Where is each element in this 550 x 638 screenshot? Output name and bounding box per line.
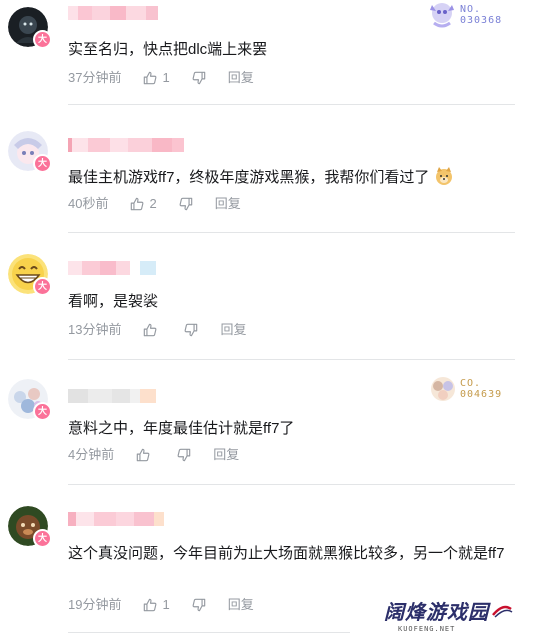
comment-meta: 4分钟前 回复 — [68, 445, 239, 465]
fan-medal-number: NO. 030368 — [460, 4, 503, 26]
avatar[interactable]: 大 — [8, 7, 52, 49]
watermark-title: 阔烽游戏园 — [384, 602, 489, 624]
thumbs-down-icon — [192, 71, 205, 85]
fan-medal-icon — [431, 377, 455, 401]
like-button[interactable] — [143, 323, 162, 337]
comment-time: 13分钟前 — [68, 322, 122, 337]
like-count: 2 — [149, 196, 157, 211]
username-blurred[interactable] — [68, 512, 164, 528]
dislike-button[interactable] — [184, 323, 198, 337]
level-badge: 大 — [33, 154, 52, 173]
thumbs-down-icon — [179, 197, 192, 211]
like-count: 1 — [162, 597, 170, 612]
comment-time: 37分钟前 — [68, 70, 122, 85]
like-button[interactable]: 2 — [130, 194, 157, 214]
comment-meta: 19分钟前 1 回复 — [68, 595, 254, 615]
comment-time: 4分钟前 — [68, 447, 115, 462]
comment-meta: 37分钟前 1 回复 — [68, 68, 254, 88]
thumbs-down-icon — [192, 598, 205, 612]
reply-button[interactable]: 回复 — [220, 320, 246, 340]
level-badge: 大 — [33, 30, 52, 49]
comment-text: 实至名归，快点把dlc端上来罢 — [68, 41, 268, 58]
comment-item: 大 CO. 004639 意料之中，年度最佳估计就是ff7了 4分钟前 回复 — [0, 360, 550, 486]
username-blurred[interactable] — [68, 389, 156, 405]
comment-meta: 13分钟前 回复 — [68, 320, 246, 340]
like-button[interactable] — [136, 448, 155, 462]
reply-button[interactable]: 回复 — [213, 445, 239, 465]
like-button[interactable]: 1 — [143, 68, 170, 88]
username-blurred[interactable] — [68, 261, 156, 277]
thumbs-up-icon — [144, 598, 157, 612]
divider — [68, 484, 515, 485]
thumbs-up-icon — [131, 197, 144, 211]
dislike-button[interactable] — [192, 598, 206, 612]
comment-item: 大 最佳主机游戏ff7，终极年度游戏黑猴，我帮你们看过了 40秒前 2 回复 — [0, 128, 550, 234]
thumbs-up-icon — [144, 71, 157, 85]
reply-button[interactable]: 回复 — [215, 194, 241, 214]
like-button[interactable]: 1 — [143, 595, 170, 615]
comment-time: 40秒前 — [68, 196, 109, 211]
thumbs-down-icon — [177, 448, 191, 462]
like-count: 1 — [162, 70, 170, 85]
dislike-button[interactable] — [192, 71, 206, 85]
avatar[interactable]: 大 — [8, 506, 52, 548]
level-badge: 大 — [33, 529, 52, 548]
divider — [68, 232, 515, 233]
fan-medal[interactable]: NO. 030368 — [428, 0, 502, 30]
fan-medal-number: CO. 004639 — [460, 378, 503, 400]
watermark-subtitle: KUOFENG.NET — [398, 625, 456, 633]
watermark-swoosh-icon — [492, 605, 513, 618]
avatar[interactable]: 大 — [8, 379, 52, 421]
comment-text: 最佳主机游戏ff7，终极年度游戏黑猴，我帮你们看过了 — [68, 165, 520, 191]
comment-item: 大 看啊，是袈裟 13分钟前 回复 — [0, 234, 550, 360]
thumbs-down-icon — [185, 323, 198, 337]
site-watermark: 阔烽游戏园 KUOFENG.NET — [384, 596, 524, 636]
comment-item: 大 NO. 030368 实至名归，快点把dlc端上来罢 37分钟前 1 回复 — [0, 0, 550, 128]
comment-text-body: 最佳主机游戏ff7，终极年度游戏黑猴，我帮你们看过了 — [68, 169, 430, 186]
avatar[interactable]: 大 — [8, 254, 52, 296]
thumbs-up-icon — [136, 448, 150, 462]
username-blurred[interactable] — [68, 6, 158, 22]
thumbs-up-icon — [144, 323, 157, 337]
username-blurred[interactable] — [68, 138, 184, 154]
divider — [68, 632, 350, 633]
comment-text: 这个真没问题，今年目前为止大场面就黑猴比较多，另一个就是ff7 — [68, 545, 505, 562]
divider — [68, 104, 515, 105]
comment-time: 19分钟前 — [68, 597, 122, 612]
comment-meta: 40秒前 2 回复 — [68, 194, 241, 214]
doge-emoji-icon — [435, 167, 452, 185]
dislike-button[interactable] — [177, 448, 191, 462]
comment-text: 意料之中，年度最佳估计就是ff7了 — [68, 420, 295, 437]
avatar[interactable]: 大 — [8, 131, 52, 173]
level-badge: 大 — [33, 277, 52, 296]
level-badge: 大 — [33, 402, 52, 421]
dislike-button[interactable] — [179, 197, 193, 211]
comment-text: 看啊，是袈裟 — [68, 293, 159, 310]
fan-medal[interactable]: CO. 004639 — [428, 374, 502, 404]
reply-button[interactable]: 回复 — [228, 68, 254, 88]
reply-button[interactable]: 回复 — [228, 595, 254, 615]
fan-medal-icon — [430, 3, 454, 28]
